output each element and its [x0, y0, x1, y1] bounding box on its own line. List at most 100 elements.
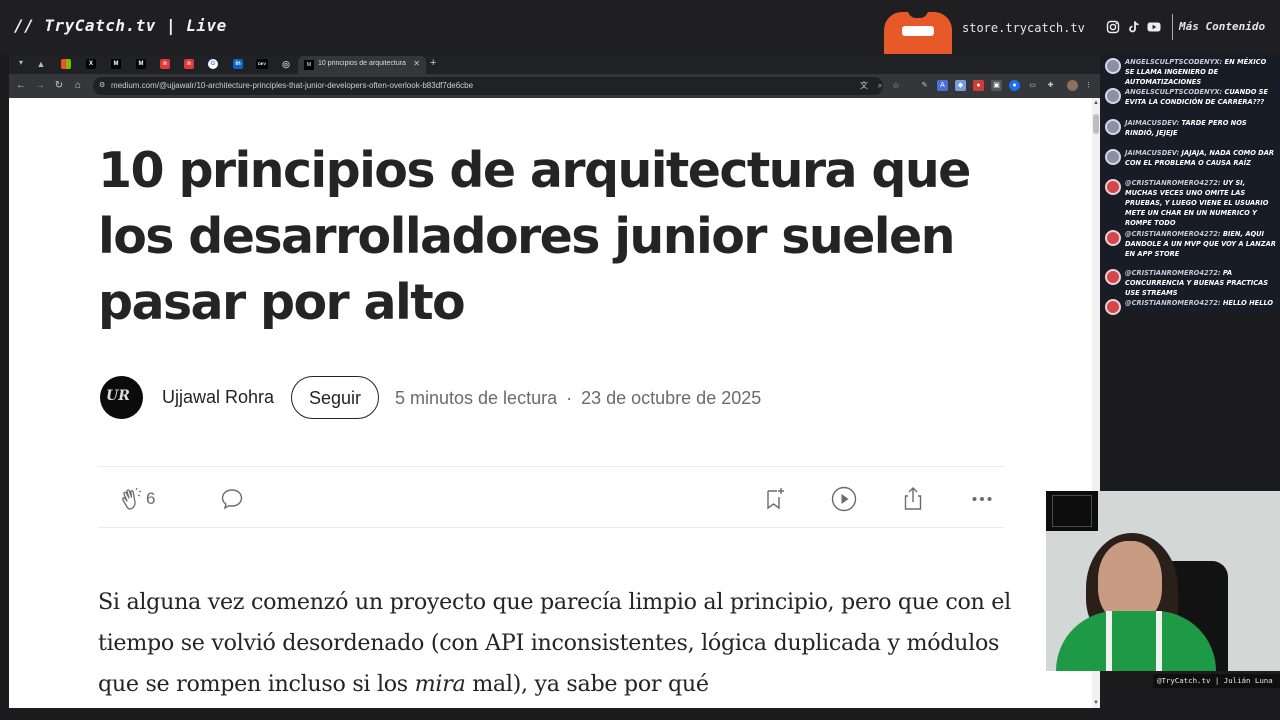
- chat-text: hello hello: [1220, 298, 1274, 307]
- globe-icon: ◎: [282, 59, 290, 69]
- chat-avatar: [1105, 58, 1121, 74]
- clap-count: 6: [146, 489, 156, 508]
- tab-netlify-1[interactable]: n: [160, 59, 170, 69]
- menu-dots-icon[interactable]: ⋮: [1083, 80, 1094, 91]
- publish-date: 23 de octubre de 2025: [581, 388, 762, 408]
- read-time: 5 minutos de lectura: [395, 388, 558, 408]
- medium-icon: M: [138, 61, 144, 67]
- tab-google[interactable]: G: [208, 59, 218, 69]
- extension-icon[interactable]: ●: [1009, 80, 1020, 91]
- live-chat: angelsculptsCodenyx: en México se llama …: [1101, 54, 1280, 315]
- home-button[interactable]: ⌂: [71, 79, 85, 93]
- pen-extension-icon[interactable]: ✎: [919, 80, 930, 91]
- back-button[interactable]: ←: [14, 79, 28, 93]
- more-content-link[interactable]: Más Contenido: [1179, 20, 1265, 33]
- article-meta: 5 minutos de lectura · 23 de octubre de 20…: [395, 388, 762, 408]
- article-body-paragraph: Si alguna vez comenzó un proyecto que pa…: [98, 582, 1018, 705]
- scroll-up-icon[interactable]: ▲: [1092, 98, 1100, 108]
- profile-avatar[interactable]: [1067, 80, 1078, 91]
- tab-medium-1[interactable]: M: [111, 59, 121, 69]
- clap-icon[interactable]: [118, 485, 146, 513]
- new-tab-button[interactable]: +: [430, 57, 436, 69]
- reload-button[interactable]: ↻: [52, 79, 66, 93]
- forward-button[interactable]: →: [33, 79, 47, 93]
- merch-shirt-image: [884, 10, 952, 54]
- instagram-icon: [1106, 20, 1120, 34]
- youtube-icon: [1147, 22, 1161, 32]
- tab-netlify-2[interactable]: n: [184, 59, 194, 69]
- follow-button[interactable]: Seguir: [291, 376, 379, 419]
- article-title: 10 principios de arquitectura que los de…: [98, 142, 971, 331]
- tab-linkedin[interactable]: in: [233, 59, 243, 69]
- active-tab[interactable]: M 10 principios de arquitectura q ✕: [298, 56, 426, 74]
- bookmark-add-icon[interactable]: [761, 485, 789, 513]
- more-options-icon[interactable]: [968, 485, 996, 513]
- chat-username: JaimacusDev:: [1125, 118, 1180, 127]
- chat-avatar: [1105, 230, 1121, 246]
- author-avatar[interactable]: UR: [100, 376, 143, 419]
- dev-icon: DEV: [257, 61, 267, 66]
- article-page: 10 principios de arquitectura que los de…: [9, 98, 1092, 708]
- scroll-down-icon[interactable]: ▼: [1092, 698, 1100, 708]
- streamer-caption: @TryCatch.tv | Julián Luna: [1153, 674, 1280, 688]
- tab-medium-2[interactable]: M: [136, 59, 146, 69]
- stream-brand: // TryCatch.tv | Live: [14, 16, 227, 35]
- close-tab-icon[interactable]: ✕: [413, 59, 420, 68]
- tab-dev[interactable]: DEV: [256, 59, 268, 69]
- extension-icon[interactable]: ◆: [955, 80, 966, 91]
- extension-icon[interactable]: ▭: [1027, 80, 1038, 91]
- share-icon[interactable]: [899, 485, 927, 513]
- chat-username: angelsculptsCodenyx:: [1125, 57, 1223, 66]
- chat-avatar: [1105, 299, 1121, 315]
- article-action-bar: 6: [98, 466, 1004, 528]
- netlify-icon: n: [163, 61, 167, 67]
- address-bar[interactable]: ⚙ medium.com/@ujjawalr/10-architecture-p…: [93, 77, 900, 95]
- chat-username: @cristianromero4272:: [1125, 268, 1221, 277]
- tab-globe[interactable]: ◎: [281, 59, 291, 69]
- bookmark-star-icon[interactable]: ☆: [891, 81, 901, 91]
- translate-extension-icon[interactable]: A: [937, 80, 948, 91]
- listen-play-icon[interactable]: [830, 485, 858, 513]
- navigation-bar: ← → ↻ ⌂ ⚙ medium.com/@ujjawalr/10-archit…: [9, 74, 1100, 98]
- tab-x[interactable]: X: [86, 59, 96, 69]
- chat-username: @cristianromero4272:: [1125, 298, 1221, 307]
- medium-icon: M: [304, 60, 314, 70]
- tab-windows[interactable]: [61, 59, 71, 69]
- linkedin-icon: in: [235, 61, 241, 67]
- tiktok-icon: [1129, 21, 1139, 33]
- active-tab-title: 10 principios de arquitectura q: [318, 60, 406, 67]
- body-text-end: mal), ya sabe por qué: [465, 671, 709, 697]
- zoom-icon[interactable]: ⌕: [875, 81, 885, 91]
- chat-username: angelsculptsCodenyx:: [1125, 87, 1223, 96]
- extension-icon[interactable]: ●: [973, 80, 984, 91]
- browser-window: ▾ ▲ X M M n n G in DEV ◎ M 10 principios…: [9, 54, 1100, 708]
- stream-header: // TryCatch.tv | Live store.trycatch.tv …: [0, 0, 1280, 54]
- tab-search-button[interactable]: ▾: [15, 58, 27, 70]
- extension-icon[interactable]: ▣: [991, 80, 1002, 91]
- translate-icon[interactable]: 文: [859, 81, 869, 91]
- netlify-icon: n: [187, 61, 191, 67]
- chat-avatar: [1105, 88, 1121, 104]
- google-icon: G: [210, 61, 216, 67]
- chat-avatar: [1105, 119, 1121, 135]
- author-avatar-initials: UR: [106, 388, 130, 404]
- stream-frame: { "stream": { "brand": "// TryCatch.tv |…: [0, 0, 1280, 720]
- author-name[interactable]: Ujjawal Rohra: [162, 387, 274, 408]
- x-icon: X: [88, 61, 93, 67]
- body-emphasis: mira: [414, 671, 466, 697]
- site-info-icon[interactable]: ⚙: [99, 81, 109, 91]
- chat-username: @cristianromero4272:: [1125, 178, 1221, 187]
- fire-icon: ▲: [36, 59, 46, 69]
- medium-icon: M: [113, 61, 119, 67]
- comment-icon[interactable]: [218, 485, 246, 513]
- tab-strip: ▾ ▲ X M M n n G in DEV ◎ M 10 principios…: [9, 54, 1100, 74]
- url-text: medium.com/@ujjawalr/10-architecture-pri…: [111, 81, 474, 90]
- puzzle-icon[interactable]: ✚: [1045, 80, 1056, 91]
- chat-username: @cristianromero4272:: [1125, 229, 1221, 238]
- scroll-thumb[interactable]: [1093, 114, 1099, 134]
- chat-avatar: [1105, 179, 1121, 195]
- chat-username: JaimacusDev:: [1125, 148, 1180, 157]
- header-divider: [1172, 14, 1173, 40]
- tab-fire[interactable]: ▲: [36, 59, 46, 69]
- chat-avatar: [1105, 269, 1121, 285]
